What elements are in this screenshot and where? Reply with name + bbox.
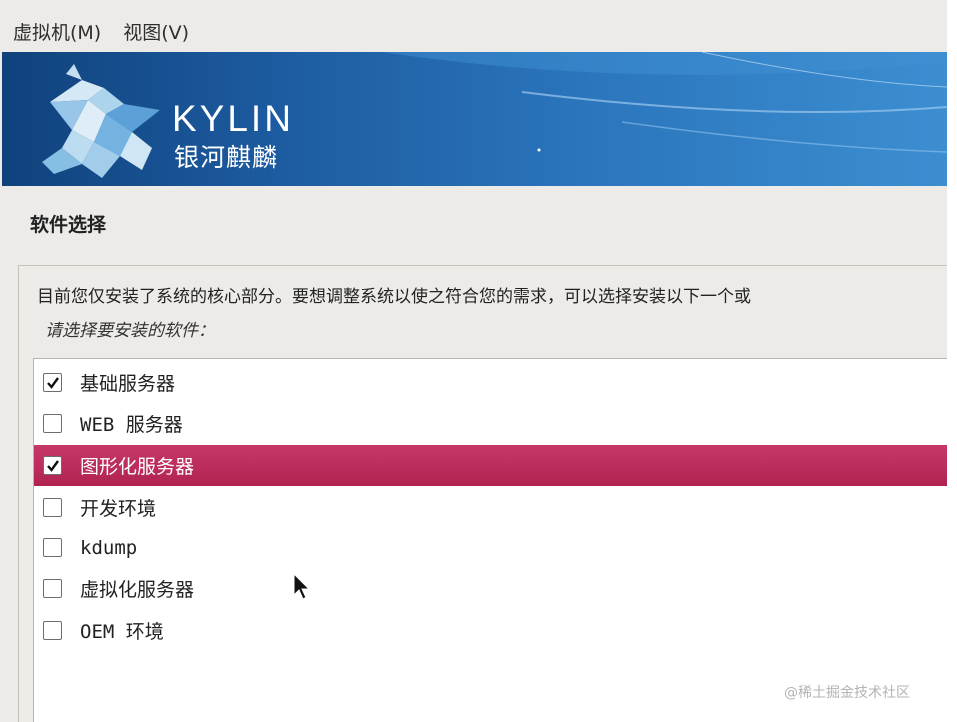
- list-item-label: OEM 环境: [80, 621, 164, 643]
- right-margin: [947, 0, 957, 722]
- list-item-label: 图形化服务器: [80, 456, 195, 478]
- list-item[interactable]: 虚拟化服务器: [34, 568, 947, 609]
- installer-window: 虚拟机(M) 视图(V) KYLIN 银河麒麟 软件选择 目前您仅安装了系统的核…: [0, 0, 947, 722]
- checkmark-icon: [46, 376, 59, 389]
- section-description: 目前您仅安装了系统的核心部分。要想调整系统以使之符合您的需求，可以选择安装以下一…: [37, 287, 751, 307]
- section-title: 软件选择: [30, 214, 107, 236]
- menu-bar: 虚拟机(M) 视图(V): [0, 10, 947, 52]
- list-item[interactable]: 基础服务器: [34, 362, 947, 403]
- mouse-pointer-icon: [293, 573, 311, 600]
- kylin-logo-icon: [42, 64, 160, 178]
- logo-subtext: 银河麒麟: [174, 143, 279, 172]
- list-item[interactable]: OEM 环境: [34, 610, 947, 651]
- checkbox[interactable]: [43, 373, 62, 392]
- list-item[interactable]: WEB 服务器: [34, 403, 947, 444]
- list-item[interactable]: 开发环境: [34, 487, 947, 528]
- list-item-label: 开发环境: [80, 498, 157, 520]
- checkbox[interactable]: [43, 498, 62, 517]
- list-item-label: 虚拟化服务器: [80, 579, 195, 601]
- watermark: @稀土掘金技术社区: [784, 685, 910, 701]
- checkbox[interactable]: [43, 414, 62, 433]
- list-item-label: kdump: [80, 536, 138, 559]
- checkbox[interactable]: [43, 538, 62, 557]
- checkbox[interactable]: [43, 579, 62, 598]
- selection-prompt: 请选择要安装的软件：: [45, 321, 215, 341]
- kylin-banner: [2, 52, 947, 186]
- banner-background: [42, 52, 947, 178]
- list-item-label: 基础服务器: [80, 373, 176, 395]
- list-item[interactable]: 图形化服务器: [34, 445, 947, 486]
- checkmark-icon: [46, 459, 59, 472]
- logo-text: KYLIN: [172, 98, 294, 139]
- software-list: 基础服务器 WEB 服务器 图形化服务器 开发环境 kdump 虚拟化服务器 O…: [33, 358, 947, 722]
- list-item[interactable]: kdump: [34, 527, 947, 568]
- checkbox[interactable]: [43, 621, 62, 640]
- menu-view[interactable]: 视图(V): [110, 18, 198, 45]
- menu-virtual-machine[interactable]: 虚拟机(M): [0, 18, 110, 45]
- list-item-label: WEB 服务器: [80, 414, 183, 436]
- checkbox[interactable]: [43, 456, 62, 475]
